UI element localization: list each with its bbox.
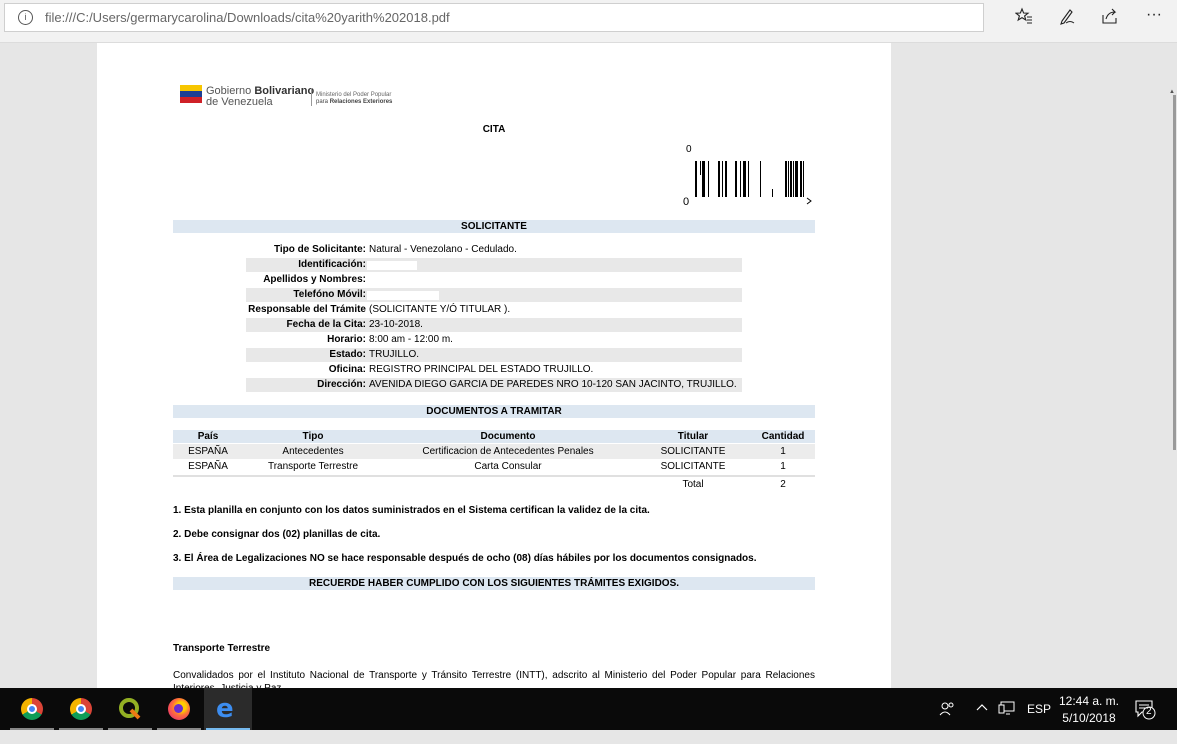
solicitante-value: AVENIDA DIEGO GARCIA DE PAREDES NRO 10-1… [369,379,737,390]
chrome-icon [70,698,92,720]
favorites-star-icon[interactable] [1013,7,1035,30]
firefox-icon [168,698,190,720]
solicitante-row: Estado: TRUJILLO. [246,348,742,362]
cell-titular: SOLICITANTE [660,446,726,457]
logo-text-line2: de Venezuela [206,96,273,108]
taskbar-edge[interactable]: e [204,688,252,730]
chevron-up-icon[interactable] [975,700,989,742]
network-icon[interactable] [998,700,1016,742]
info-icon[interactable]: i [18,10,33,25]
taskbar-chrome-2[interactable] [57,688,105,730]
document-title: CITA [482,124,506,135]
solicitante-label: Telefóno Móvil: [293,289,366,300]
language-indicator[interactable]: ESP [1027,702,1051,744]
cell-tipo: Transporte Terrestre [267,461,359,472]
taskbar-firefox[interactable] [155,688,203,730]
taskbar-qgis[interactable] [106,688,154,730]
solicitante-row: Tipo de Solicitante: Natural - Venezolano… [246,243,742,257]
solicitante-row: Dirección: AVENIDA DIEGO GARCIA DE PAREDE… [246,378,742,392]
column-header-pais: País [197,431,219,442]
total-label: Total [682,479,704,490]
ministry-name: Relaciones Exteriores [329,99,393,105]
address-bar[interactable]: i file:///C:/Users/germarycarolina/Downl… [4,3,984,32]
solicitante-label: Fecha de la Cita: [286,319,366,330]
ministry-prefix: para [316,99,329,105]
solicitante-label: Dirección: [317,379,366,390]
solicitante-value: Natural - Venezolano - Cedulado. [369,244,517,255]
solicitante-row: Identificación: [246,258,742,272]
solicitante-row: Responsable del Trámite (SOLICITANTE Y/Ó … [246,303,742,317]
column-header-cantidad: Cantidad [761,431,805,442]
clock-date: 5/10/2018 [1062,711,1116,725]
solicitante-row: Fecha de la Cita: 23-10-2018. [246,318,742,332]
cell-documento: Certificacion de Antecedentes Penales [422,446,594,457]
solicitante-label: Responsable del Trámite [248,304,366,315]
cell-pais: ESPAÑA [188,446,228,457]
taskbar-chrome-1[interactable] [8,688,56,730]
solicitante-value: 8:00 am - 12:00 m. [369,334,453,345]
cell-tipo: Antecedentes [282,446,344,457]
notification-count: 2 [1146,706,1152,717]
scrollbar[interactable] [1173,95,1176,450]
people-icon[interactable] [938,700,956,742]
browser-toolbar: i file:///C:/Users/germarycarolina/Downl… [0,0,1177,43]
solicitante-value: (SOLICITANTE Y/Ó TITULAR ). [369,304,511,315]
solicitante-row: Oficina: REGISTRO PRINCIPAL DEL ESTADO TR… [246,363,742,377]
barcode: 0 0 [680,143,815,213]
edge-icon: e [216,694,234,724]
chrome-icon [21,698,43,720]
note-1: 1. Esta planilla en conjunto con los dat… [173,505,650,516]
column-header-tipo: Tipo [302,431,324,442]
table-row: ESPAÑA Transporte Terrestre Carta Consul… [173,459,815,474]
clock-time: 12:44 a. m. [1058,694,1120,708]
cell-cantidad: 1 [780,446,786,457]
solicitante-value: 23-10-2018. [369,319,423,330]
solicitante-row: Telefóno Móvil: [246,288,742,302]
reminder-band: RECUERDE HABER CUMPLIDO CON LOS SIGUIENT… [173,577,815,590]
solicitante-label: Apellidos y Nombres: [263,274,366,285]
solicitante-label: Identificación: [298,259,366,270]
solicitante-label: Horario: [327,334,366,345]
taskbar: e ESP 12:44 a. m. 5/10/2018 2 [0,688,1177,730]
section-title: Transporte Terrestre [173,643,271,654]
solicitante-label: Estado: [329,349,366,360]
cell-documento: Carta Consular [474,461,542,472]
ministry-line1: Ministerio del Poder Popular [316,92,392,98]
solicitante-label: Tipo de Solicitante: [273,244,366,255]
redacted-value [367,261,417,270]
cell-pais: ESPAÑA [188,461,228,472]
solicitante-row: Apellidos y Nombres: [246,273,742,287]
solicitante-row: Horario: 8:00 am - 12:00 m. [246,333,742,347]
solicitante-value: REGISTRO PRINCIPAL DEL ESTADO TRUJILLO. [369,364,594,375]
notification-center-icon[interactable]: 2 [1134,698,1156,740]
address-url[interactable]: file:///C:/Users/germarycarolina/Downloa… [45,10,450,25]
cell-cantidad: 1 [780,461,786,472]
solicitante-value: TRUJILLO. [369,349,420,360]
redacted-value [367,291,439,300]
more-icon[interactable]: ··· [1143,6,1165,24]
note-2: 2. Debe consignar dos (02) planillas de … [173,529,381,540]
logo-divider [311,88,312,106]
qgis-icon [119,698,141,720]
documentos-header: DOCUMENTOS A TRAMITAR [173,405,815,418]
pen-icon[interactable] [1056,7,1078,30]
solicitante-header: SOLICITANTE [173,220,815,233]
table-row: ESPAÑA Antecedentes Certificacion de Ant… [173,444,815,459]
barcode-bars [695,161,812,205]
cell-titular: SOLICITANTE [660,461,726,472]
pdf-page: Gobierno Bolivariano de Venezuela Minist… [97,43,891,694]
solicitante-label: Oficina: [328,364,366,375]
table-total-row: Total 2 [173,477,815,492]
clock[interactable]: 12:44 a. m. 5/10/2018 [1057,693,1121,727]
pdf-viewer: ▲ Gobierno Bolivariano de Venezuela Mini… [0,43,1177,694]
share-icon[interactable] [1099,7,1121,30]
total-value: 2 [780,479,786,490]
redacted-value [367,276,547,285]
column-header-titular: Titular [677,431,709,442]
venezuela-flag-icon [180,85,202,104]
column-header-documento: Documento [480,431,536,442]
note-3: 3. El Área de Legalizaciones NO se hace … [173,553,757,564]
documents-table-header: País Tipo Documento Titular Cantidad [173,430,815,443]
